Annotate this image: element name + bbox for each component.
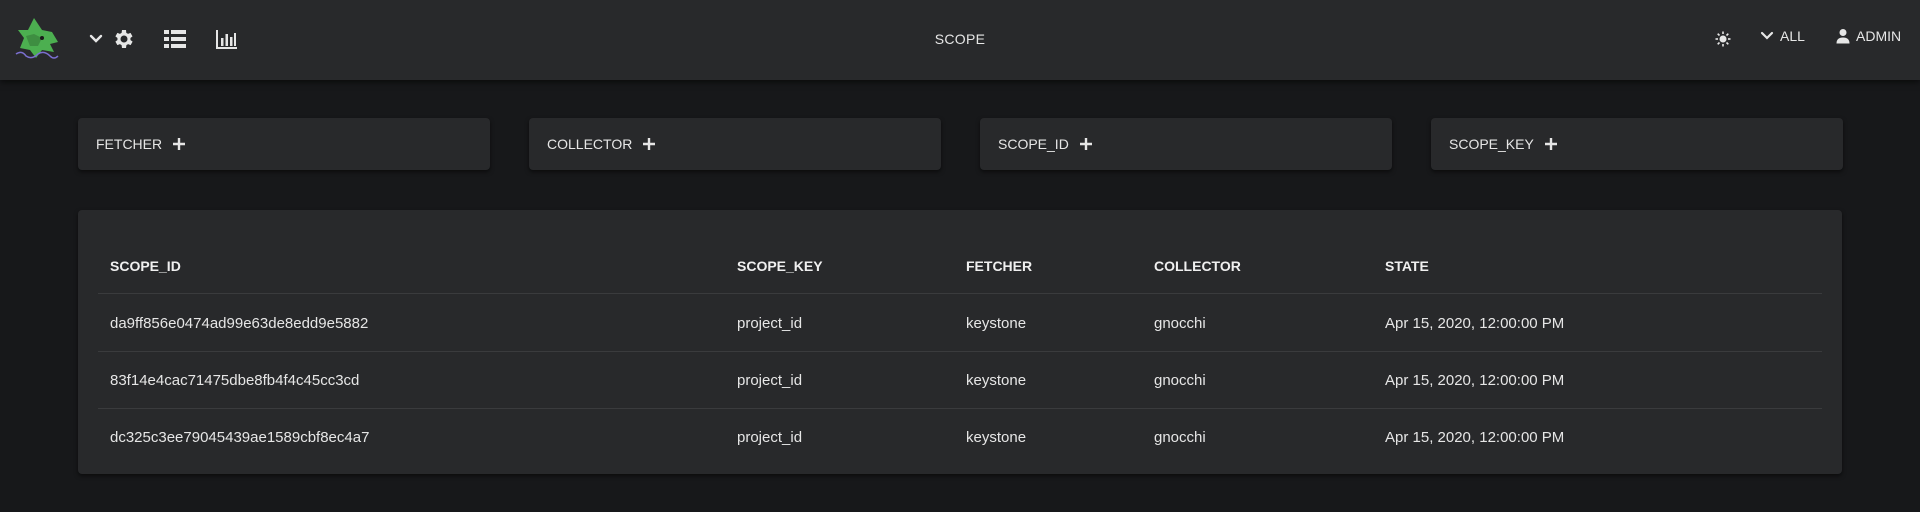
scope-table: SCOPE_ID SCOPE_KEY FETCHER COLLECTOR STA… [78,210,1842,474]
fetcher-cell: keystone [966,314,1027,332]
table-header-row: SCOPE_ID SCOPE_KEY FETCHER COLLECTOR STA… [98,238,1822,294]
table-row[interactable]: da9ff856e0474ad99e63de8edd9e5882 project_… [98,295,1822,352]
plus-icon [1079,138,1092,150]
scope-key-cell: project_id [737,429,803,446]
page-title: SCOPE [934,31,986,47]
scope-key-cell: project_id [737,371,803,389]
chevron-down-icon[interactable] [81,24,111,54]
filter-fetcher-button[interactable]: FETCHER [78,118,490,170]
scope-filter-dropdown[interactable]: ALL [1760,28,1805,44]
user-icon [1836,29,1850,44]
plus-icon [1544,138,1557,150]
filter-collector-button[interactable]: COLLECTOR [529,118,941,170]
filter-label: COLLECTOR [547,136,633,152]
state-cell: Apr 15, 2020, 12:00:00 PM [1385,314,1565,332]
gear-icon[interactable] [108,24,138,54]
column-header-state[interactable]: STATE [1385,238,1429,293]
filter-scope-key-button[interactable]: SCOPE_KEY [1431,118,1843,170]
table-row[interactable]: 83f14e4cac71475dbe8fb4f4c45cc3cd project_… [98,352,1822,409]
scope-id-cell: 83f14e4cac71475dbe8fb4f4c45cc3cd [110,371,360,389]
filter-label: FETCHER [96,136,163,152]
fetcher-cell: keystone [966,429,1027,446]
user-label: ADMIN [1856,28,1902,44]
top-app-bar: SCOPE ALL ADMIN [0,0,1920,80]
chart-icon[interactable] [212,24,242,54]
table-row[interactable]: dc325c3ee79045439ae1589cbf8ec4a7 project_… [98,409,1822,466]
filter-label: SCOPE_ID [998,136,1069,152]
collector-cell: gnocchi [1154,314,1206,332]
scope-id-cell: dc325c3ee79045439ae1589cbf8ec4a7 [110,429,370,446]
scope-id-cell: da9ff856e0474ad99e63de8edd9e5882 [110,314,369,332]
theme-icon[interactable] [1708,24,1738,54]
scope-filter-label: ALL [1780,28,1805,44]
filter-scope-id-button[interactable]: SCOPE_ID [980,118,1392,170]
state-cell: Apr 15, 2020, 12:00:00 PM [1385,371,1565,389]
column-header-fetcher[interactable]: FETCHER [966,238,1032,293]
plus-icon [643,138,656,150]
collector-cell: gnocchi [1154,429,1206,446]
collector-cell: gnocchi [1154,371,1206,389]
fetcher-cell: keystone [966,371,1027,389]
chevron-down-icon [1760,31,1774,40]
column-header-scope-key[interactable]: SCOPE_KEY [737,238,823,293]
state-cell: Apr 15, 2020, 12:00:00 PM [1385,429,1565,446]
scope-key-cell: project_id [737,314,803,332]
column-header-scope-id[interactable]: SCOPE_ID [110,238,181,293]
app-logo[interactable] [12,16,62,62]
list-icon[interactable] [160,24,190,54]
user-menu[interactable]: ADMIN [1836,28,1901,44]
plus-icon [173,138,186,150]
filter-label: SCOPE_KEY [1449,136,1534,152]
column-header-collector[interactable]: COLLECTOR [1154,238,1241,293]
